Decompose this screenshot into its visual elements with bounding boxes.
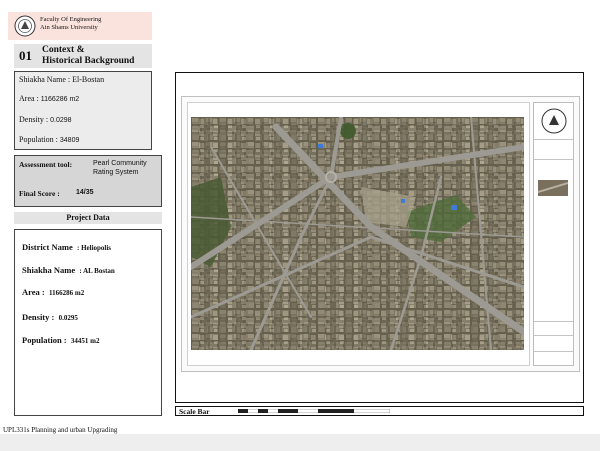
density-value: 0.0298 [50,117,72,124]
strip-divider [534,139,573,140]
header-logo-band: Faculty Of Engineering Ain Shams Univers… [8,12,152,40]
pd-density-row: Density : 0.0295 [22,312,78,322]
pd-density-label: Density : [22,312,55,322]
density-label: Density : [19,115,49,124]
final-score-value: 14/35 [76,189,94,196]
strip-logo-icon [541,108,567,134]
final-score-label: Final Score : [19,189,60,198]
project-data-panel: District Name : Heliopolis Shiakha Name … [14,229,162,416]
strip-divider [534,335,573,336]
assessment-tool-label: Assessment tool: [19,160,73,169]
pd-shiakha-value: : AL Bostan [79,267,115,275]
pd-population-value: 34451 m2 [70,337,100,345]
scale-bar-box: Scale Bar [175,406,584,416]
course-footer-text: UPL331s Planning and urban Upgrading [3,426,118,434]
assessment-tool-value: Pearl Community Rating System [93,160,147,176]
aerial-map-image [191,117,524,350]
strip-divider [534,159,573,160]
section-title: Context & Historical Background [42,45,134,67]
assessment-panel: Assessment tool: Pearl Community Rating … [14,155,162,207]
section-heading: 01 Context & Historical Background [14,44,152,68]
university-logo-icon [14,15,36,37]
strip-divider [534,321,573,322]
shiakha-name: Shiakha Name : El-Bostan [19,75,105,84]
population-value: 34809 [59,137,80,144]
pd-area-value: 1166286 m2 [49,289,85,297]
header-text: Faculty Of Engineering Ain Shams Univers… [40,16,101,32]
pd-area-row: Area : 1166286 m2 [22,287,84,297]
pd-population-label: Population : [22,335,67,345]
section-number: 01 [19,48,32,63]
district-value: : Heliopolis [77,244,112,252]
pd-population-row: Population : 34451 m2 [22,335,99,345]
university-name: Ain Shams University [40,24,98,31]
aerial-map-graphic [191,117,524,350]
context-panel: Shiakha Name : El-Bostan Area : 1166286 … [14,71,152,150]
population-label: Population : [19,135,58,144]
pd-shiakha-row: Shiakha Name : AL Bostan [22,265,115,275]
strip-divider [534,351,573,352]
pd-area-label: Area : [22,287,45,297]
area-label: Area : [19,94,39,103]
strip-thumbnail-icon [538,180,568,196]
pd-density-value: 0.0295 [58,314,78,322]
project-data-heading: Project Data [14,212,162,224]
pd-shiakha-label: Shiakha Name [22,265,76,275]
scale-bar-label: Scale Bar [179,407,210,416]
scale-ruler-graphic [238,409,390,413]
density-row: Density : 0.0298 [19,115,72,124]
faculty-name: Faculty Of Engineering [40,16,102,23]
area-row: Area : 1166286 m2 [19,94,79,103]
footer-bar [0,434,600,451]
population-row: Population : 34809 [19,135,79,144]
area-value: 1166286 m2 [40,96,80,103]
district-row: District Name : Heliopolis [22,242,111,252]
section-title-line1: Context & [42,45,85,55]
section-title-line2: Historical Background [42,56,135,66]
district-label: District Name [22,242,73,252]
sheet-title-strip [533,102,574,366]
